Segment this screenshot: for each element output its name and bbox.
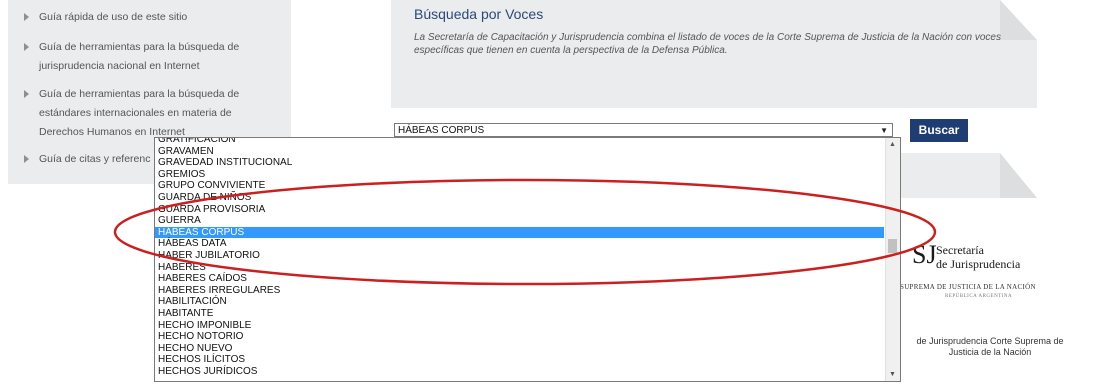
dropdown-option-selected[interactable]: HÁBEAS CORPUS bbox=[155, 226, 884, 238]
guide-link-text: estándares internacionales en materia de bbox=[39, 107, 232, 119]
dropdown-option[interactable]: HABILITACIÓN bbox=[158, 296, 227, 307]
logo-caption: de Jurisprudencia Corte Suprema de Justi… bbox=[900, 336, 1080, 358]
chevron-down-icon[interactable]: ▼ bbox=[880, 124, 888, 138]
logo-subtitle-2: REPÚBLICA ARGENTINA bbox=[945, 294, 1013, 299]
dropdown-option[interactable]: HABERES CAÍDOS bbox=[158, 273, 247, 284]
buscar-button[interactable]: Buscar bbox=[910, 119, 968, 142]
caption-line-2: Justicia de la Nación bbox=[948, 347, 1032, 357]
logo-line-1: Secretaría bbox=[936, 243, 984, 257]
dropdown-option[interactable]: HABERES IRREGULARES bbox=[158, 285, 280, 296]
select-value: HÁBEAS CORPUS bbox=[398, 125, 485, 136]
dropdown-option[interactable]: HECHO NOTORIO bbox=[158, 331, 243, 342]
dropdown-option[interactable]: GREMIOS bbox=[158, 169, 205, 180]
caption-line-1: de Jurisprudencia Corte Suprema de bbox=[916, 336, 1064, 346]
scroll-down-icon[interactable]: ▼ bbox=[889, 371, 896, 378]
dropdown-option[interactable]: GRUPO CONVIVIENTE bbox=[158, 180, 265, 191]
description-line-2: específicas que tienen en cuenta la pers… bbox=[414, 45, 728, 56]
caret-right-icon bbox=[24, 155, 29, 163]
dropdown-option[interactable]: HECHO IMPONIBLE bbox=[158, 320, 251, 331]
dropdown-option[interactable]: HECHOS JURÍDICOS bbox=[158, 366, 257, 377]
dropdown-scrollbar[interactable]: ▲ ▼ bbox=[885, 138, 900, 381]
dropdown-option[interactable]: HÁBEAS DATA bbox=[158, 238, 227, 249]
guide-link[interactable]: Guía de herramientas para la búsqueda de… bbox=[24, 38, 239, 76]
voces-select[interactable]: HÁBEAS CORPUS ▼ bbox=[394, 123, 893, 137]
caret-right-icon bbox=[24, 43, 29, 51]
guide-link-text: Guía de herramientas para la búsqueda de bbox=[39, 41, 240, 53]
scrollbar-thumb[interactable] bbox=[888, 239, 897, 253]
logo-line-2: de Jurisprudencia bbox=[936, 257, 1021, 271]
guide-link[interactable]: Guía de citas y referenc bbox=[24, 150, 150, 169]
guide-link-text: Guía de citas y referenc bbox=[39, 153, 151, 165]
dropdown-option[interactable]: GRATIFICACIÓN bbox=[158, 138, 236, 145]
guide-link[interactable]: Guía de herramientas para la búsqueda de… bbox=[24, 85, 239, 142]
caret-right-icon bbox=[24, 13, 29, 21]
guide-link-text: Guía rápida de uso de este sitio bbox=[39, 11, 188, 23]
dropdown-option[interactable]: GRAVAMEN bbox=[158, 146, 214, 157]
dropdown-option[interactable]: GUARDA PROVISORIA bbox=[158, 204, 265, 215]
guide-link-text: jurisprudencia nacional en Internet bbox=[39, 60, 200, 72]
guide-link-text: Guía de herramientas para la búsqueda de bbox=[39, 88, 240, 100]
dropdown-option[interactable]: HABER JUBILATORIO bbox=[158, 250, 260, 261]
dropdown-option[interactable]: GUARDA DE NIÑOS bbox=[158, 192, 251, 203]
description-line-1: La Secretaría de Capacitación y Jurispru… bbox=[414, 32, 1001, 43]
guide-link[interactable]: Guía rápida de uso de este sitio bbox=[24, 8, 187, 27]
scroll-up-icon[interactable]: ▲ bbox=[889, 141, 896, 148]
dropdown-option[interactable]: GRAVEDAD INSTITUCIONAL bbox=[158, 157, 292, 168]
logo-subtitle: SUPREMA DE JUSTICIA DE LA NACIÓN bbox=[900, 283, 1036, 291]
panel-corner-fold-2 bbox=[1000, 153, 1037, 198]
voces-dropdown-list[interactable]: GRATIFICACIÓN GRAVAMEN GRAVEDAD INSTITUCIO… bbox=[154, 137, 901, 382]
dropdown-option[interactable]: HECHOS ILÍCITOS bbox=[158, 354, 245, 365]
search-description: La Secretaría de Capacitación y Jurispru… bbox=[414, 31, 1044, 57]
dropdown-option[interactable]: GUERRA bbox=[158, 215, 201, 226]
dropdown-option[interactable]: HECHO NUEVO bbox=[158, 343, 232, 354]
sj-logo-mark: SJ bbox=[912, 240, 937, 269]
page-title: Búsqueda por Voces bbox=[414, 6, 544, 22]
dropdown-option[interactable]: HABERES bbox=[158, 262, 206, 273]
caret-right-icon bbox=[24, 90, 29, 98]
dropdown-option[interactable]: HABITANTE bbox=[158, 308, 213, 319]
